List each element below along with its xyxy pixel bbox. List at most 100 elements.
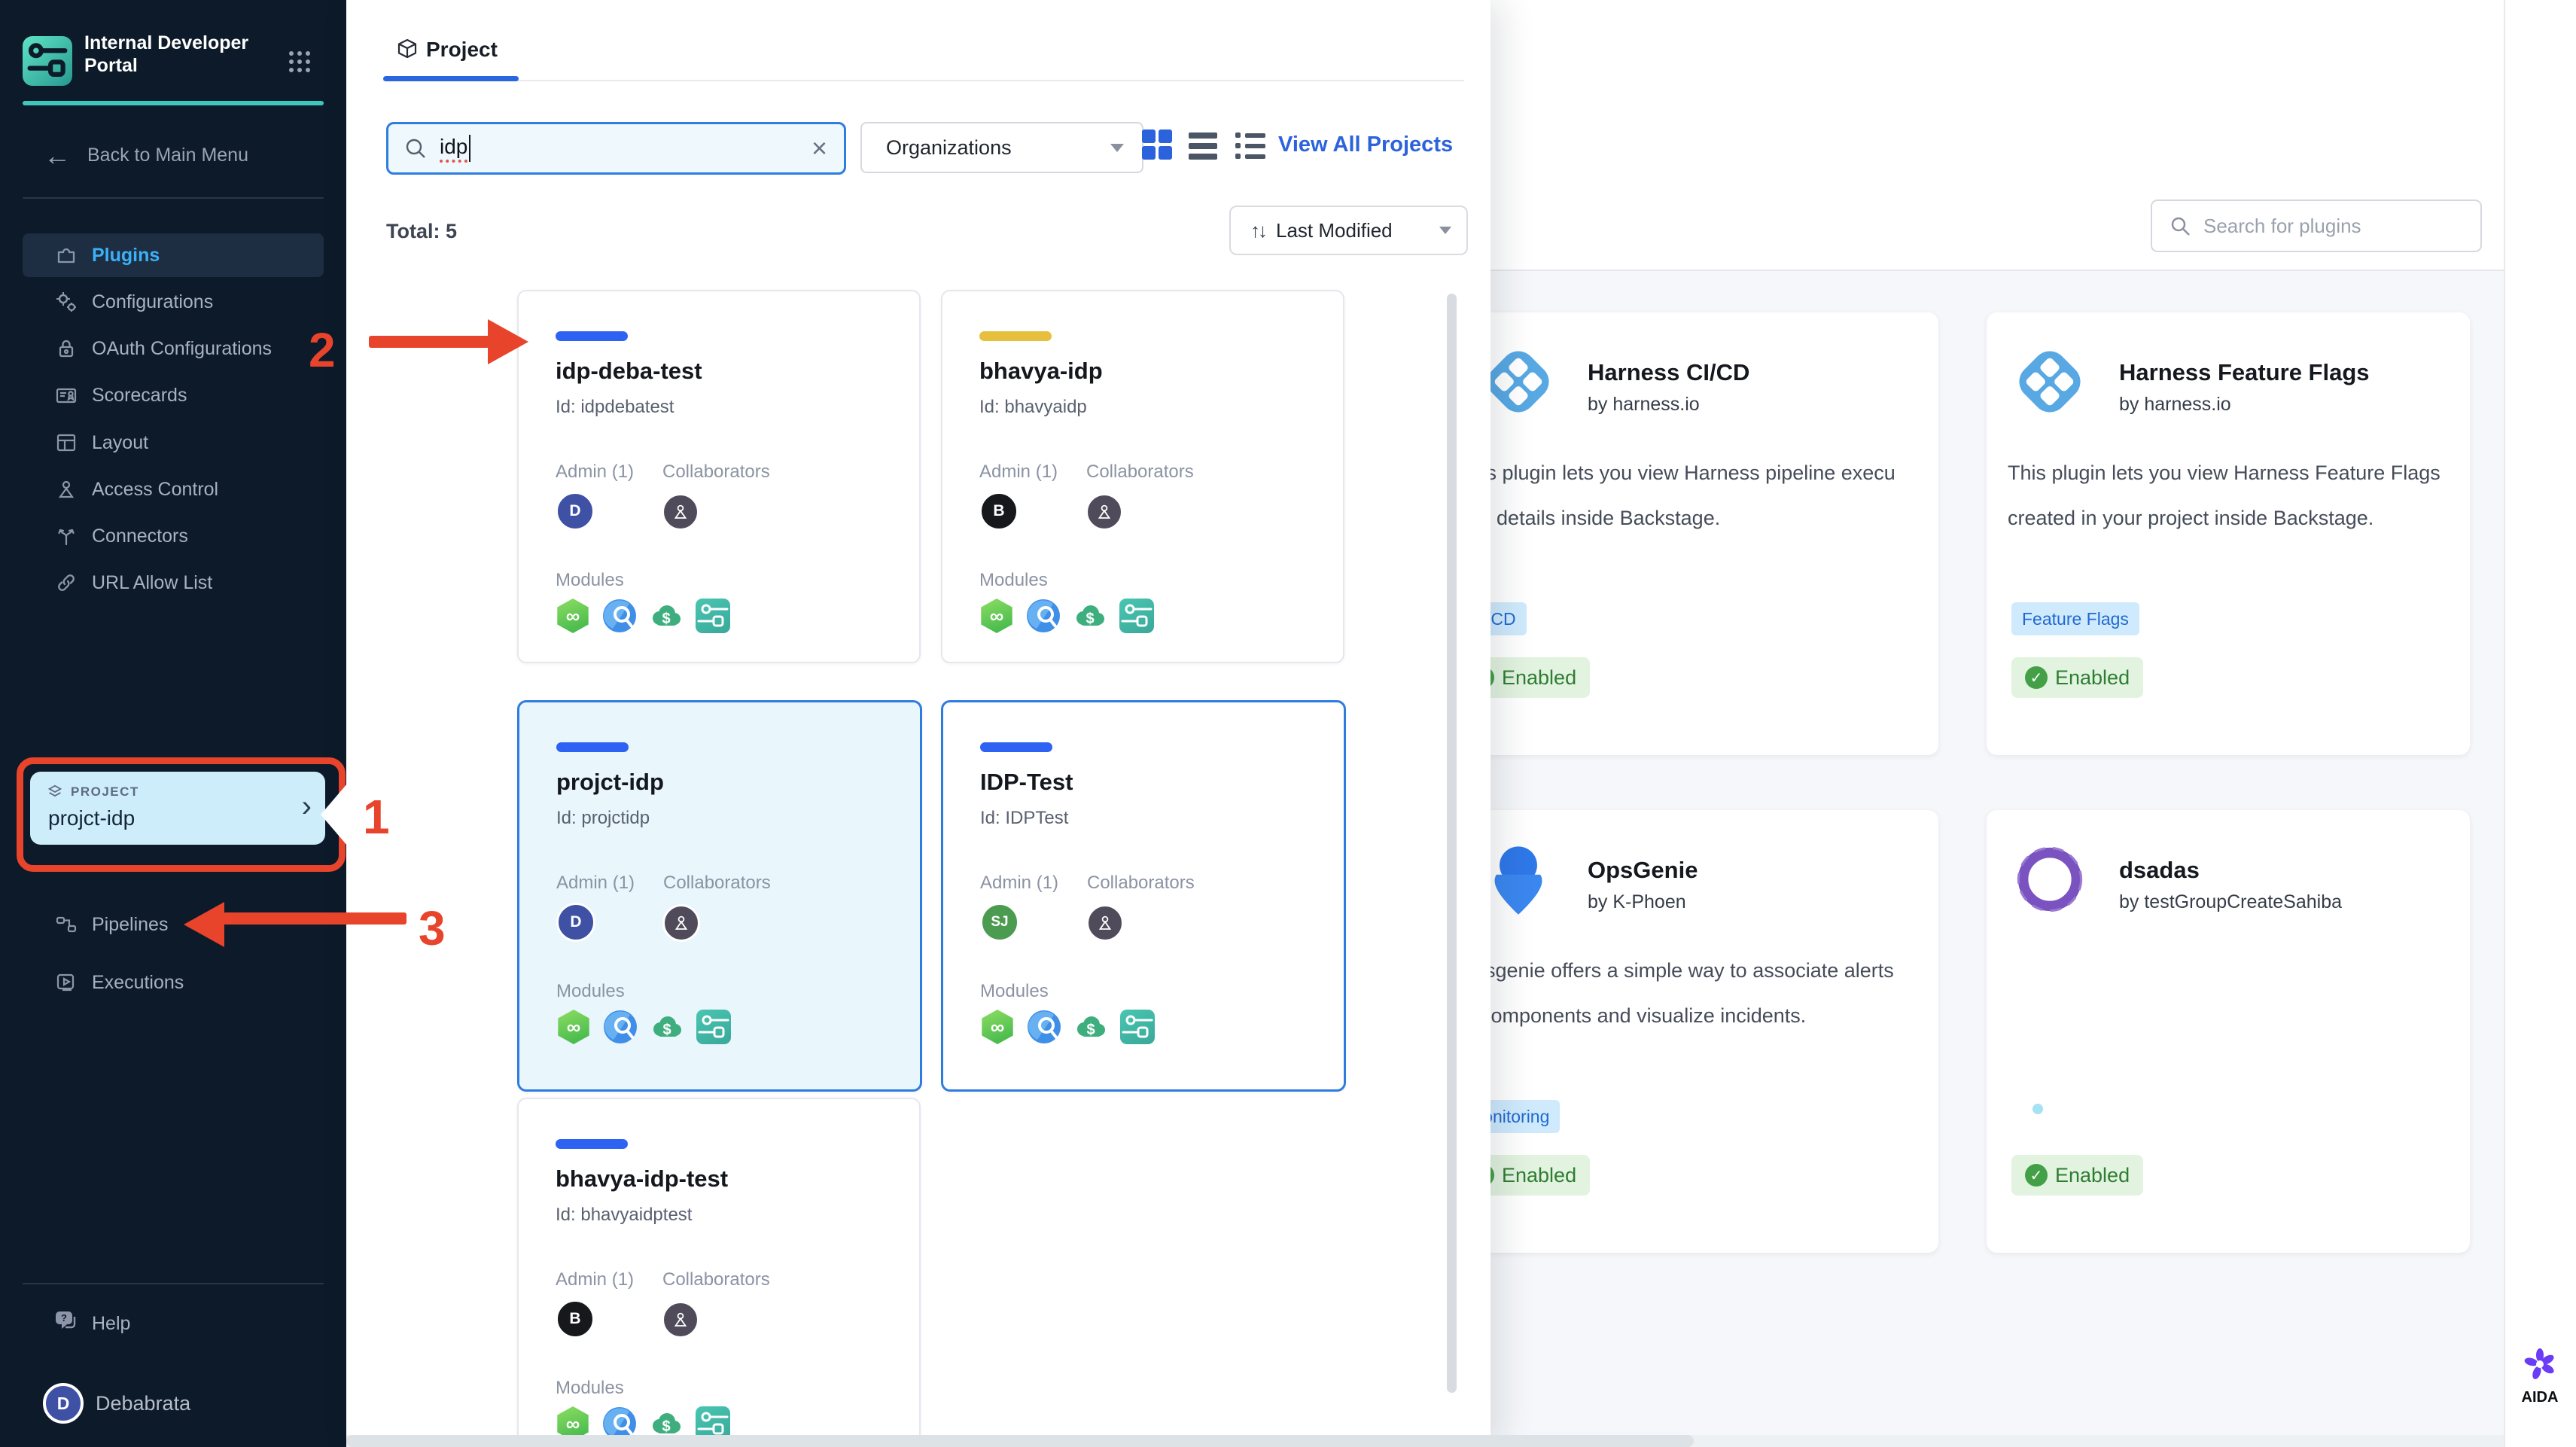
opsgenie-logo-icon — [1494, 846, 1542, 915]
sort-arrows-icon: ↑↓ — [1250, 218, 1268, 242]
plugins-search-box[interactable] — [2151, 200, 2482, 252]
list-view-toggle[interactable] — [1189, 133, 1217, 164]
horizontal-scrollbar[interactable] — [346, 1435, 2504, 1447]
collaborators-label: Collaborators — [662, 462, 770, 482]
sidebar-item-configurations[interactable]: Configurations — [23, 280, 324, 324]
chaos-module-icon — [604, 1010, 637, 1043]
search-input-value[interactable]: idp — [440, 135, 468, 163]
admin-label: Admin (1) — [980, 873, 1059, 893]
project-search-box[interactable]: idp × — [386, 122, 846, 175]
clear-search-icon[interactable]: × — [811, 135, 827, 162]
sidebar-item-label: URL Allow List — [92, 571, 213, 593]
plugin-card-feature-flags[interactable]: Harness Feature Flags by harness.io This… — [1987, 312, 2470, 755]
sidebar-item-url-allow-list[interactable]: URL Allow List — [23, 561, 324, 605]
sidebar-item-label: Executions — [92, 971, 184, 993]
plugin-description: created in your project inside Backstage… — [2008, 507, 2374, 529]
project-card-idp-deba-test[interactable]: idp-deba-test Id: idpdebatest Admin (1) … — [517, 290, 921, 663]
cloud-costs-module-icon: $ — [653, 605, 681, 627]
view-all-projects-link[interactable]: View All Projects — [1278, 133, 1453, 157]
admin-avatar: D — [556, 903, 595, 942]
sidebar-item-scorecards[interactable]: Scorecards — [23, 373, 324, 417]
sidebar-item-executions[interactable]: Executions — [23, 961, 324, 1004]
enabled-badge: ✓Enabled — [2011, 657, 2144, 698]
annotation-number-1: 1 — [363, 790, 390, 844]
right-rail — [2504, 0, 2576, 1447]
svg-text:?: ? — [61, 1312, 67, 1324]
organizations-dropdown[interactable]: Organizations — [860, 122, 1143, 173]
sidebar-item-plugins[interactable]: Plugins — [23, 233, 324, 277]
plugin-description: This plugin lets you view Harness Featur… — [2008, 462, 2441, 484]
pipelines-module-icon: ∞ — [982, 1010, 1013, 1044]
plugin-card-dsadas[interactable]: dsadas by testGroupCreateSahiba ✓ Enabled — [1987, 810, 2470, 1253]
help-button[interactable]: ? Help — [23, 1302, 324, 1345]
sidebar: Internal Developer Portal ← Back to Main… — [0, 0, 346, 1447]
sidebar-item-connectors[interactable]: Connectors — [23, 514, 324, 558]
sidebar-item-layout[interactable]: Layout — [23, 421, 324, 465]
organizations-dropdown-value: Organizations — [886, 136, 1012, 159]
card-color-bar — [556, 331, 628, 341]
collaborator-avatar — [662, 493, 699, 531]
user-menu[interactable]: D Debabrata — [23, 1382, 324, 1424]
project-id: Id: projctidp — [556, 808, 650, 828]
project-name: bhavya-idp-test — [556, 1165, 729, 1192]
app-switcher-icon[interactable] — [288, 50, 312, 74]
project-card-bhavya-idp[interactable]: bhavya-idp Id: bhavyaidp Admin (1) Colla… — [941, 290, 1344, 663]
project-name: bhavya-idp — [979, 358, 1103, 384]
grid-view-toggle[interactable] — [1142, 129, 1172, 160]
project-card-bhavya-idp-test[interactable]: bhavya-idp-test Id: bhavyaidptest Admin … — [517, 1098, 921, 1447]
admin-label: Admin (1) — [556, 1269, 635, 1290]
plugin-title: dsadas — [2119, 857, 2200, 883]
compact-list-view-toggle[interactable] — [1235, 133, 1265, 164]
project-id: Id: IDPTest — [980, 808, 1069, 828]
dsadas-logo-icon — [2017, 846, 2083, 912]
card-color-bar — [556, 742, 629, 752]
scrollbar-thumb[interactable] — [346, 1435, 1694, 1447]
module-icons: ∞ $ — [556, 599, 730, 633]
sidebar-item-pipelines[interactable]: Pipelines — [23, 903, 324, 946]
project-card-projct-idp[interactable]: projct-idp Id: projctidp Admin (1) Colla… — [517, 700, 922, 1092]
person-icon — [54, 477, 78, 501]
cloud-costs-module-icon: $ — [653, 1016, 681, 1038]
app-logo-icon — [23, 36, 72, 86]
back-to-main-menu[interactable]: ← Back to Main Menu — [44, 142, 248, 169]
plugin-card-opsgenie[interactable]: OpsGenie by K-Phoen Opsgenie offers a si… — [1455, 810, 1938, 1253]
plugin-description: Opsgenie offers a simple way to associat… — [1458, 959, 1894, 982]
collaborator-avatar — [1086, 493, 1123, 531]
plugin-card-harness-cicd[interactable]: Harness CI/CD by harness.io This plugin … — [1455, 312, 1938, 755]
pipelines-module-icon: ∞ — [557, 599, 589, 633]
pipelines-module-icon: ∞ — [981, 599, 1012, 633]
tab-project[interactable]: Project — [426, 38, 498, 62]
text-cursor — [469, 135, 471, 162]
sort-dropdown[interactable]: ↑↓ Last Modified — [1229, 206, 1468, 255]
annotation-arrow-2-head — [488, 319, 528, 364]
modules-label: Modules — [556, 981, 625, 1001]
annotation-box-1 — [17, 757, 346, 872]
plugin-description: This plugin lets you view Harness pipeli… — [1458, 462, 1895, 484]
plugins-search-input[interactable] — [2202, 213, 2453, 239]
pipelines-module-icon: ∞ — [558, 1010, 589, 1044]
project-id: Id: idpdebatest — [556, 397, 674, 417]
sidebar-item-oauth-configurations[interactable]: OAuth Configurations — [23, 327, 324, 370]
sidebar-item-label: Scorecards — [92, 384, 187, 406]
chevron-down-icon — [1439, 227, 1451, 234]
sidebar-item-access-control[interactable]: Access Control — [23, 468, 324, 511]
admin-avatar: B — [979, 492, 1019, 531]
module-icons: ∞ $ — [980, 1010, 1155, 1044]
app-screen: Harness CI/CD by harness.io This plugin … — [0, 0, 2576, 1447]
divider — [23, 1283, 324, 1284]
aida-assistant[interactable]: AIDA — [2504, 1346, 2576, 1406]
admin-avatar: SJ — [980, 903, 1019, 942]
admin-avatar: D — [556, 492, 595, 531]
svg-text:$: $ — [1086, 611, 1094, 627]
aida-label: AIDA — [2521, 1389, 2559, 1406]
plugin-author: by harness.io — [1588, 394, 1700, 415]
project-card-idp-test[interactable]: IDP-Test Id: IDPTest Admin (1) Collabora… — [941, 700, 1346, 1092]
harness-logo-icon — [2019, 351, 2081, 413]
chaos-module-icon — [1028, 1010, 1061, 1043]
svg-text:$: $ — [662, 1022, 671, 1038]
plugin-tag: Feature Flags — [2011, 602, 2139, 635]
collaborators-label: Collaborators — [662, 1269, 770, 1290]
modal-scrollbar[interactable] — [1447, 294, 1457, 1393]
chaos-module-icon — [603, 599, 636, 632]
sidebar-item-label: Layout — [92, 431, 149, 453]
